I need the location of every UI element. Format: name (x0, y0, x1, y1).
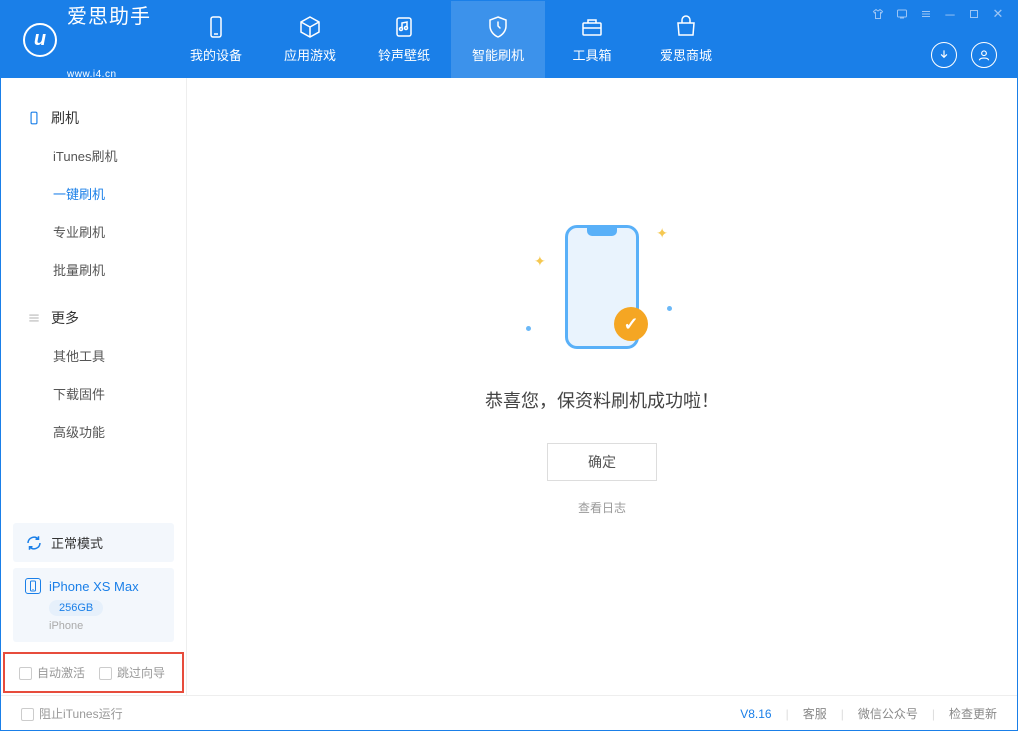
storage-badge: 256GB (49, 600, 103, 616)
sidebar: 刷机 iTunes刷机 一键刷机 专业刷机 批量刷机 更多 其他工具 下载固件 … (1, 78, 187, 695)
sidebar-item-pro-flash[interactable]: 专业刷机 (1, 212, 186, 250)
version-label: V8.16 (740, 707, 771, 721)
device-card[interactable]: iPhone XS Max 256GB iPhone (13, 568, 174, 642)
wechat-link[interactable]: 微信公众号 (858, 705, 918, 722)
success-illustration: ✦ ✦ ✓ (522, 217, 682, 357)
cube-icon (298, 15, 322, 39)
view-log-link[interactable]: 查看日志 (578, 499, 626, 516)
toolbox-icon (580, 15, 604, 39)
nav-tabs: 我的设备 应用游戏 铃声壁纸 智能刷机 工具箱 爱思商城 (169, 1, 733, 78)
auto-activate-checkbox[interactable]: 自动激活 (19, 664, 85, 681)
close-button[interactable]: ✕ (991, 7, 1005, 21)
window-controls: ─ ✕ (871, 1, 1017, 21)
check-icon: ✓ (614, 307, 648, 341)
device-type: iPhone (49, 620, 162, 632)
block-itunes-checkbox[interactable]: 阻止iTunes运行 (21, 705, 123, 722)
main-content: ✦ ✦ ✓ 恭喜您，保资料刷机成功啦！ 确定 查看日志 (187, 78, 1017, 695)
menu-icon[interactable] (919, 7, 933, 21)
mode-card[interactable]: 正常模式 (13, 523, 174, 562)
sidebar-item-batch-flash[interactable]: 批量刷机 (1, 250, 186, 288)
check-update-link[interactable]: 检查更新 (949, 705, 997, 722)
download-button[interactable] (931, 42, 957, 68)
app-header: u 爱思助手 www.i4.cn 我的设备 应用游戏 铃声壁纸 智能刷机 工具箱 (1, 1, 1017, 78)
tab-toolbox[interactable]: 工具箱 (545, 1, 639, 78)
tab-store[interactable]: 爱思商城 (639, 1, 733, 78)
app-subtitle: www.i4.cn (67, 69, 151, 80)
skip-wizard-checkbox[interactable]: 跳过向导 (99, 664, 165, 681)
sidebar-item-itunes-flash[interactable]: iTunes刷机 (1, 136, 186, 174)
footer: 阻止iTunes运行 V8.16 | 客服 | 微信公众号 | 检查更新 (1, 695, 1017, 731)
minimize-button[interactable]: ─ (943, 7, 957, 21)
highlighted-options: 自动激活 跳过向导 (3, 652, 184, 693)
feedback-icon[interactable] (895, 7, 909, 21)
tab-ringtones[interactable]: 铃声壁纸 (357, 1, 451, 78)
success-message: 恭喜您，保资料刷机成功啦！ (485, 387, 719, 413)
sidebar-item-other-tools[interactable]: 其他工具 (1, 336, 186, 374)
tab-my-device[interactable]: 我的设备 (169, 1, 263, 78)
refresh-icon (25, 534, 43, 552)
account-button[interactable] (971, 42, 997, 68)
app-title: 爱思助手 (67, 0, 151, 69)
logo-icon: u (23, 23, 57, 57)
music-icon (392, 15, 416, 39)
logo: u 爱思助手 www.i4.cn (1, 1, 169, 78)
store-icon (674, 15, 698, 39)
sidebar-section-more: 更多 (1, 300, 186, 336)
list-icon (27, 311, 41, 325)
tab-apps-games[interactable]: 应用游戏 (263, 1, 357, 78)
sidebar-item-oneclick-flash[interactable]: 一键刷机 (1, 174, 186, 212)
maximize-button[interactable] (967, 7, 981, 21)
tab-smart-flash[interactable]: 智能刷机 (451, 1, 545, 78)
shield-icon (486, 15, 510, 39)
device-icon (204, 15, 228, 39)
sidebar-item-advanced[interactable]: 高级功能 (1, 412, 186, 450)
phone-small-icon (25, 578, 41, 594)
support-link[interactable]: 客服 (803, 705, 827, 722)
ok-button[interactable]: 确定 (547, 443, 657, 481)
phone-icon (27, 111, 41, 125)
sidebar-section-flash: 刷机 (1, 100, 186, 136)
device-name: iPhone XS Max (49, 579, 139, 594)
shirt-icon[interactable] (871, 7, 885, 21)
sidebar-item-download-fw[interactable]: 下载固件 (1, 374, 186, 412)
